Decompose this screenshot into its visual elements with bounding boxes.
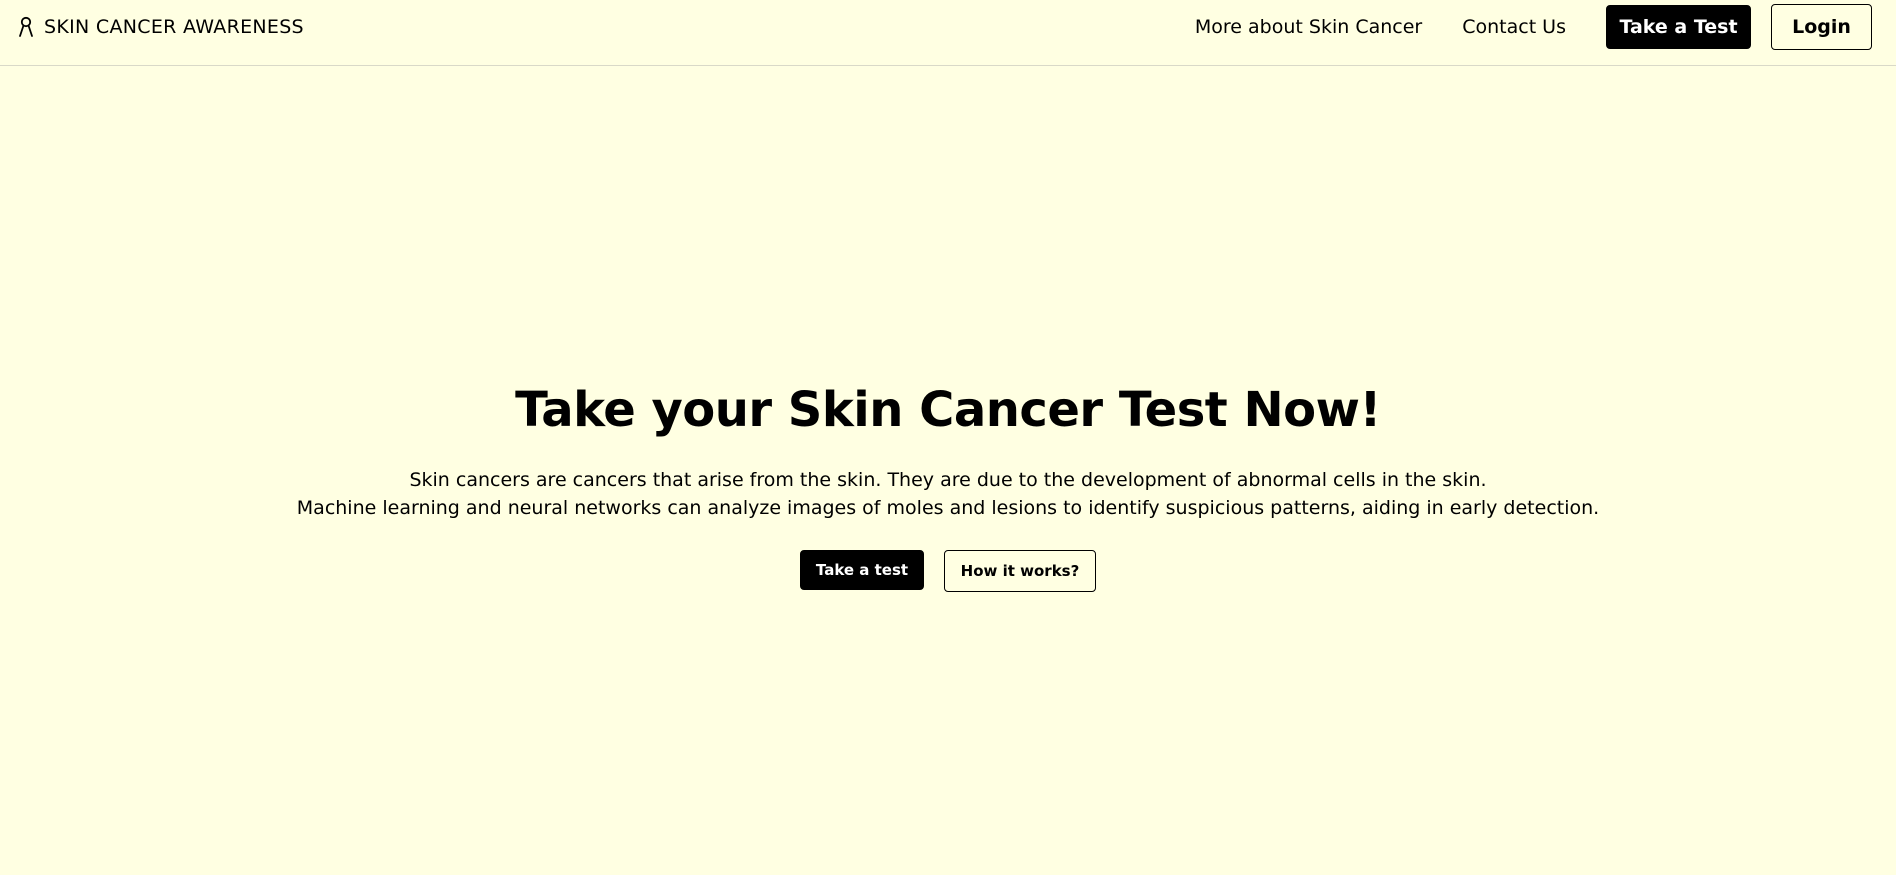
brand-link[interactable]: SKIN CANCER AWARENESS bbox=[18, 14, 304, 40]
hero-take-a-test-button[interactable]: Take a test bbox=[800, 550, 924, 590]
nav-link-more-about-skin-cancer[interactable]: More about Skin Cancer bbox=[1195, 16, 1422, 38]
nav-link-contact-us[interactable]: Contact Us bbox=[1462, 16, 1566, 38]
hero-description-line-2: Machine learning and neural networks can… bbox=[296, 497, 1600, 519]
hero-description: Skin cancers are cancers that arise from… bbox=[0, 466, 1896, 522]
brand-label: SKIN CANCER AWARENESS bbox=[44, 16, 304, 38]
navbar: SKIN CANCER AWARENESS More about Skin Ca… bbox=[0, 0, 1896, 66]
nav-take-a-test-button[interactable]: Take a Test bbox=[1606, 5, 1751, 49]
awareness-ribbon-icon bbox=[18, 16, 34, 38]
nav-menu: More about Skin Cancer Contact Us Take a… bbox=[1195, 4, 1872, 50]
hero-title: Take your Skin Cancer Test Now! bbox=[515, 382, 1381, 438]
how-it-works-button[interactable]: How it works? bbox=[944, 550, 1096, 592]
hero-description-line-1: Skin cancers are cancers that arise from… bbox=[409, 469, 1487, 491]
hero-actions: Take a test How it works? bbox=[0, 550, 1896, 592]
login-button[interactable]: Login bbox=[1771, 4, 1872, 50]
hero-section: Take your Skin Cancer Test Now! Skin can… bbox=[0, 370, 1896, 592]
